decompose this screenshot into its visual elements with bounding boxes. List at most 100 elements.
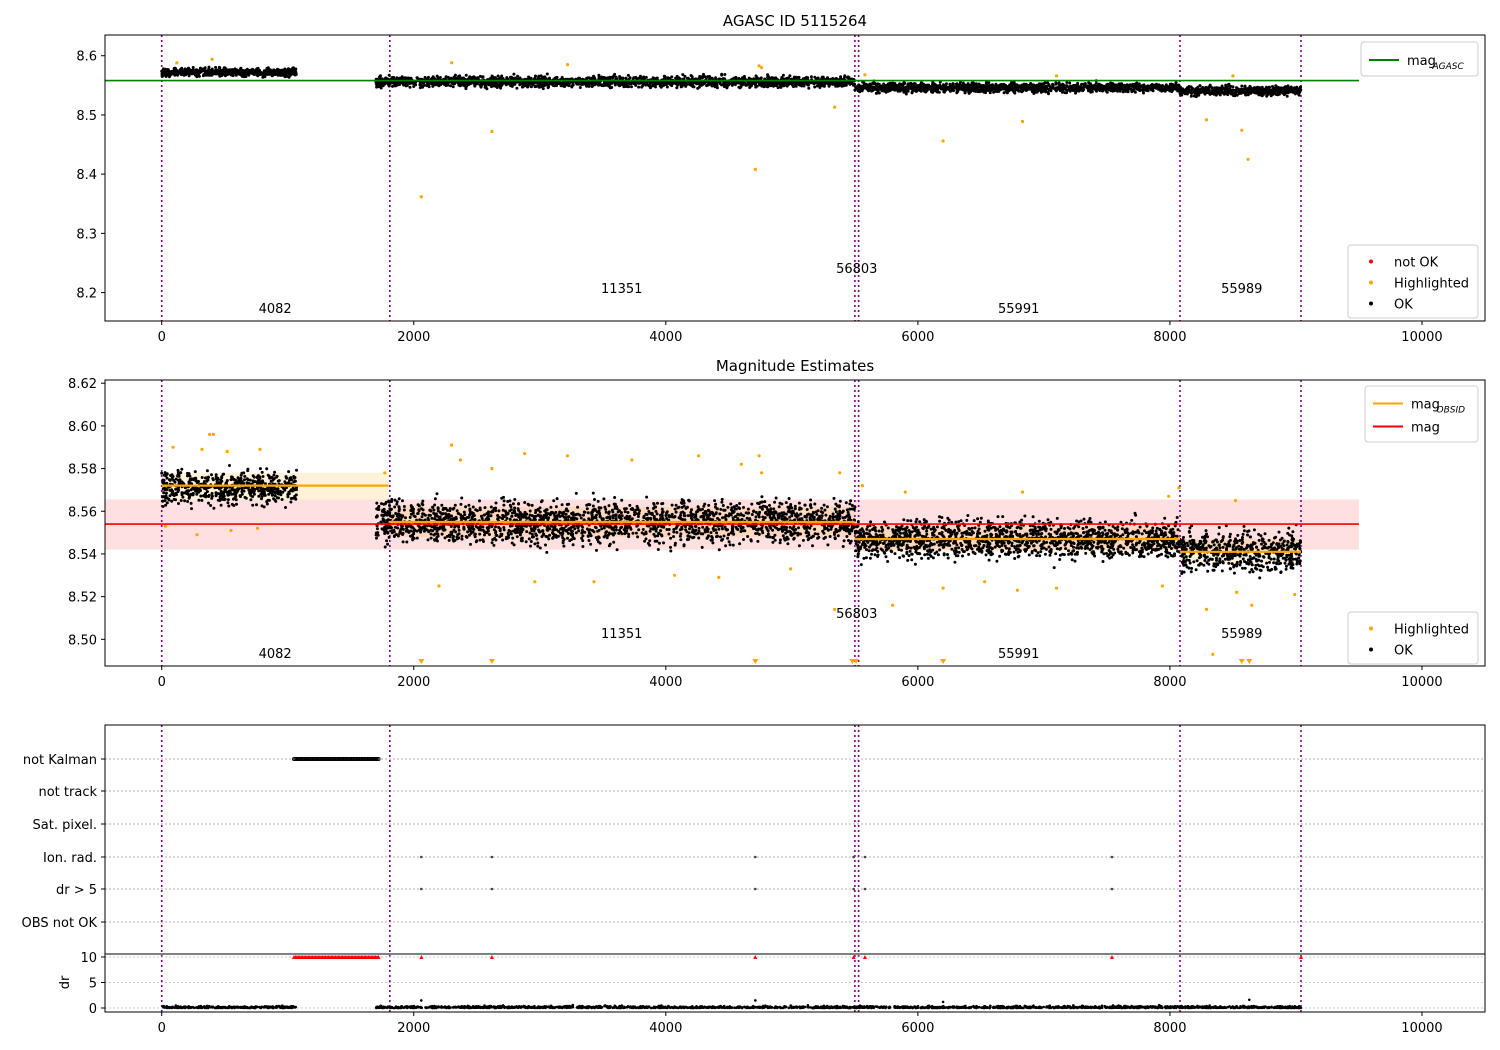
ok-point [872, 82, 876, 86]
ok-point [1260, 94, 1264, 98]
ok-point [161, 505, 165, 508]
ok-point [1005, 91, 1009, 95]
ok-point [754, 77, 758, 81]
ok-point [904, 90, 908, 94]
ok-point [227, 504, 231, 508]
ok-point [831, 77, 835, 80]
ok-point [1256, 85, 1259, 89]
ok-point [912, 88, 916, 92]
ok-point [380, 77, 384, 81]
ok-point [880, 84, 883, 88]
ok-point [1137, 82, 1141, 86]
ok-point [1089, 82, 1092, 86]
ok-point [174, 498, 178, 502]
ok-point [1012, 90, 1016, 94]
ok-point [234, 498, 238, 502]
highlighted-point [419, 195, 423, 199]
ok-point [279, 493, 283, 497]
ok-point [379, 74, 382, 78]
ok-point [186, 471, 189, 475]
ok-point [545, 72, 549, 76]
ok-point [613, 83, 617, 87]
ok-point [888, 83, 892, 87]
ok-point [1282, 86, 1286, 90]
ok-point [529, 77, 533, 81]
ok-point [1135, 86, 1139, 90]
ok-point [785, 84, 789, 88]
ok-point [718, 81, 722, 85]
ok-point [1243, 84, 1247, 88]
ok-point [474, 76, 478, 80]
ok-point [963, 89, 967, 93]
ok-point [1169, 84, 1173, 88]
ok-point [973, 86, 977, 90]
ok-point [235, 69, 239, 72]
ok-point [802, 84, 806, 88]
ok-point [760, 84, 764, 88]
ok-point [896, 87, 900, 90]
ok-point [891, 83, 895, 87]
ok-point [510, 81, 514, 85]
ok-point [1277, 86, 1281, 90]
y-tick-label: 8.5 [76, 109, 97, 124]
ok-point [240, 69, 244, 73]
ok-point [1022, 82, 1026, 86]
ok-point [1075, 85, 1079, 89]
ok-point [1298, 86, 1302, 89]
ok-point [1255, 88, 1258, 92]
ok-point [1068, 81, 1072, 85]
ok-point [210, 492, 214, 495]
ok-point [1293, 92, 1297, 96]
ok-point [1051, 84, 1055, 88]
ok-point [261, 75, 265, 79]
obsid-label: 4082 [259, 302, 292, 317]
x-tick-label: 6000 [901, 330, 934, 345]
ok-point [958, 86, 962, 90]
ok-point [653, 82, 657, 86]
ok-point [610, 86, 614, 89]
ok-point [164, 491, 168, 495]
ok-point [197, 74, 201, 78]
ok-point [762, 81, 766, 85]
ok-point [243, 71, 247, 74]
ok-point [766, 82, 770, 86]
ok-point [927, 83, 931, 87]
y-tick-label: 8.2 [76, 287, 97, 302]
ok-point [884, 87, 888, 91]
ok-point [664, 82, 668, 86]
highlighted-point [941, 139, 945, 143]
ok-point [818, 83, 822, 87]
ok-point [1152, 84, 1156, 88]
ok-point [1289, 88, 1293, 92]
ok-point [910, 82, 914, 86]
ok-point [1082, 88, 1086, 92]
ok-point [247, 69, 251, 73]
ok-point [919, 81, 923, 85]
ok-point [601, 83, 605, 87]
ok-point [1161, 87, 1165, 91]
ok-point [464, 73, 468, 77]
ok-point [206, 70, 210, 74]
ok-point [421, 85, 424, 89]
ok-point [605, 83, 608, 86]
ok-point [813, 85, 817, 89]
ok-point [260, 470, 264, 474]
ok-point [1011, 86, 1014, 90]
ok-point [415, 76, 419, 80]
ok-point [645, 81, 649, 85]
ok-point [771, 83, 775, 87]
ok-point [742, 74, 746, 78]
ok-point [560, 76, 564, 79]
ok-point [853, 88, 857, 92]
ok-point [243, 474, 247, 478]
ok-point [754, 74, 758, 78]
legend-label: OK [1394, 298, 1413, 313]
highlighted-point [490, 129, 494, 134]
ok-point [626, 85, 630, 89]
ok-point [1038, 84, 1042, 88]
ok-point [788, 74, 792, 78]
ok-point [634, 83, 638, 87]
ok-point [423, 75, 427, 79]
ok-point [655, 81, 659, 85]
ok-point [1183, 89, 1187, 93]
